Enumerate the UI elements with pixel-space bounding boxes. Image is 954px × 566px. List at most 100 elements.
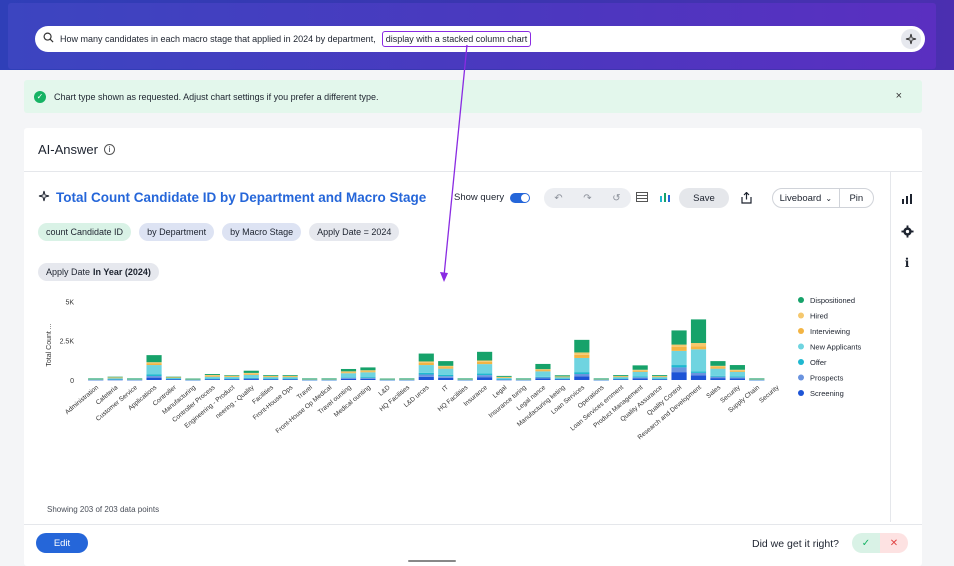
bar-segment[interactable] <box>710 361 726 366</box>
bar-segment[interactable] <box>360 377 376 379</box>
bar-segment[interactable] <box>710 365 726 368</box>
bar-segment[interactable] <box>671 344 687 347</box>
bar-segment[interactable] <box>340 378 357 380</box>
bar-segment[interactable] <box>243 370 259 373</box>
bar-segment[interactable] <box>535 363 551 370</box>
bar-segment[interactable] <box>243 373 259 375</box>
chart-view-icon[interactable] <box>659 192 671 205</box>
bar-segment[interactable] <box>418 376 434 380</box>
bar-segment[interactable] <box>438 377 454 380</box>
bar-segment[interactable] <box>243 379 259 380</box>
bar-segment[interactable] <box>710 378 726 380</box>
bar-segment[interactable] <box>438 368 454 375</box>
bar-segment[interactable] <box>690 319 707 344</box>
bar-segment[interactable] <box>340 377 357 379</box>
bar-segment[interactable] <box>535 371 551 377</box>
info-detail-icon[interactable]: i <box>900 256 914 270</box>
bar-segment[interactable] <box>749 378 765 380</box>
bar-segment[interactable] <box>399 379 415 381</box>
bar-segment[interactable] <box>418 353 434 362</box>
bar-segment[interactable] <box>690 372 707 376</box>
bar-segment[interactable] <box>652 375 668 377</box>
bar-segment[interactable] <box>477 360 493 362</box>
bar-segment[interactable] <box>477 361 493 365</box>
legend-label[interactable]: Dispositioned <box>810 296 855 305</box>
bar-segment[interactable] <box>146 362 162 364</box>
bar-segment[interactable] <box>360 370 376 372</box>
bar-segment[interactable] <box>438 374 454 377</box>
bar-segment[interactable] <box>146 365 162 375</box>
bar-segment[interactable] <box>107 379 123 380</box>
bar-segment[interactable] <box>360 378 376 380</box>
bar-segment[interactable] <box>632 376 648 378</box>
chart-settings-icon[interactable] <box>900 192 914 206</box>
chip-filter[interactable]: Apply Date = 2024 <box>309 223 400 241</box>
bar-segment[interactable] <box>340 373 357 378</box>
bar-segment[interactable] <box>204 376 220 379</box>
bar-segment[interactable] <box>165 376 182 378</box>
search-query-text[interactable]: How many candidates in each macro stage … <box>60 34 376 44</box>
bar-segment[interactable] <box>127 378 143 380</box>
bar-segment[interactable] <box>146 377 162 380</box>
bar-segment[interactable] <box>535 376 551 378</box>
chip-measure[interactable]: count Candidate ID <box>38 223 132 241</box>
bar-segment[interactable] <box>690 346 707 350</box>
bar-segment[interactable] <box>690 349 707 372</box>
bar-segment[interactable] <box>457 378 473 380</box>
legend-label[interactable]: Prospects <box>810 374 844 383</box>
bar-segment[interactable] <box>146 376 162 378</box>
bar-segment[interactable] <box>652 377 668 379</box>
bar-segment[interactable] <box>457 379 473 381</box>
bar-segment[interactable] <box>535 369 551 371</box>
chart-title-text[interactable]: Total Count Candidate ID by Department a… <box>56 190 426 205</box>
bar-segment[interactable] <box>632 371 648 377</box>
bar-segment[interactable] <box>574 339 590 353</box>
bar-segment[interactable] <box>224 377 240 379</box>
bar-segment[interactable] <box>729 371 745 377</box>
bar-segment[interactable] <box>554 375 570 377</box>
bar-segment[interactable] <box>204 378 220 380</box>
bar-segment[interactable] <box>593 378 609 380</box>
bar-segment[interactable] <box>243 374 259 378</box>
thumbs-down-button[interactable]: ✕ <box>880 533 908 553</box>
bar-segment[interactable] <box>263 375 279 376</box>
sage-sparkle-button[interactable] <box>901 29 921 49</box>
bar-segment[interactable] <box>438 376 454 378</box>
legend-label[interactable]: Offer <box>810 358 827 367</box>
bar-segment[interactable] <box>302 378 318 380</box>
thumbs-up-button[interactable]: ✓ <box>852 533 880 553</box>
bar-segment[interactable] <box>88 379 104 381</box>
bar-segment[interactable] <box>613 378 629 380</box>
bar-segment[interactable] <box>418 374 434 377</box>
bar-segment[interactable] <box>477 351 493 361</box>
bar-segment[interactable] <box>554 378 570 380</box>
bar-segment[interactable] <box>574 357 590 373</box>
bar-segment[interactable] <box>574 354 590 358</box>
bar-segment[interactable] <box>282 375 298 376</box>
legend-label[interactable]: New Applicants <box>810 343 862 352</box>
bar-segment[interactable] <box>379 378 395 380</box>
bar-segment[interactable] <box>399 378 415 380</box>
legend-label[interactable]: Hired <box>810 312 828 321</box>
bar-segment[interactable] <box>496 375 512 377</box>
bar-segment[interactable] <box>340 371 357 373</box>
bar-segment[interactable] <box>360 372 376 378</box>
bar-segment[interactable] <box>263 377 279 379</box>
bar-segment[interactable] <box>515 379 532 381</box>
bar-segment[interactable] <box>477 377 493 380</box>
bar-segment[interactable] <box>671 330 687 345</box>
edit-button[interactable]: Edit <box>36 533 88 553</box>
bar-segment[interactable] <box>438 367 454 369</box>
bar-segment[interactable] <box>282 375 298 377</box>
bar-segment[interactable] <box>360 371 376 373</box>
gear-icon[interactable] <box>900 224 914 238</box>
bar-segment[interactable] <box>204 374 220 375</box>
close-icon[interactable]: × <box>896 90 902 102</box>
chip-attribute-department[interactable]: by Department <box>139 223 215 241</box>
bar-segment[interactable] <box>107 378 123 380</box>
bar-segment[interactable] <box>632 377 648 379</box>
share-icon[interactable] <box>736 188 756 208</box>
bar-segment[interactable] <box>671 350 687 366</box>
apply-date-filter[interactable]: Apply Date In Year (2024) <box>38 263 159 281</box>
bar-segment[interactable] <box>690 371 707 373</box>
